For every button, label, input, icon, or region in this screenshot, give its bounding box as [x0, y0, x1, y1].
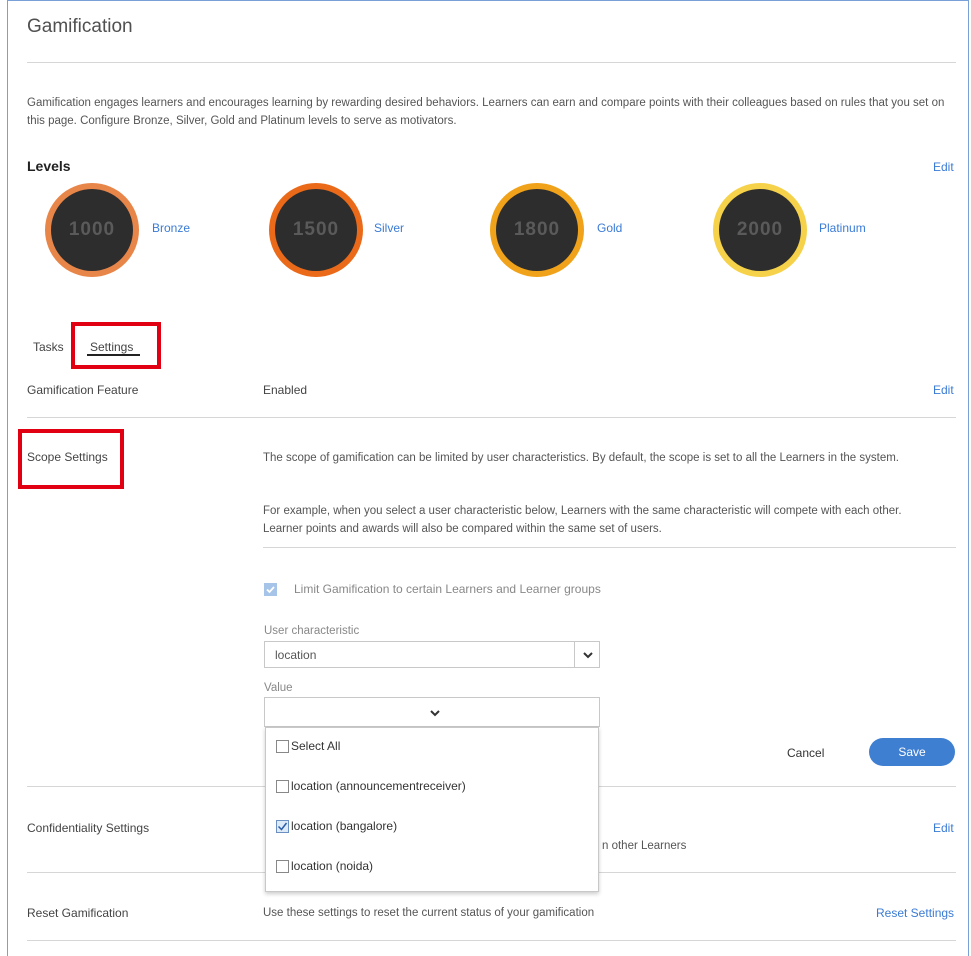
- levels-heading: Levels: [27, 158, 71, 174]
- level-points: 1800: [496, 189, 578, 271]
- check-icon: [277, 822, 288, 831]
- scope-text-2: For example, when you select a user char…: [263, 505, 902, 535]
- option-location-bangalore[interactable]: location (bangalore): [276, 819, 397, 833]
- cancel-button[interactable]: Cancel: [787, 746, 824, 760]
- description-text: Gamification engages learners and encour…: [27, 97, 945, 127]
- level-points: 1500: [275, 189, 357, 271]
- scope-text-1: The scope of gamification can be limited…: [263, 452, 900, 464]
- highlight-box-settings: [71, 322, 161, 369]
- save-button[interactable]: Save: [869, 738, 955, 766]
- select-separator: [574, 642, 575, 667]
- level-name-platinum[interactable]: Platinum: [819, 221, 866, 235]
- chevron-down-icon: [583, 652, 593, 659]
- value-label: Value: [264, 682, 293, 694]
- level-badge-bronze: 1000: [45, 183, 139, 277]
- tab-tasks[interactable]: Tasks: [33, 340, 64, 354]
- value-select[interactable]: [264, 697, 600, 727]
- level-name-gold[interactable]: Gold: [597, 221, 622, 235]
- levels-edit-link[interactable]: Edit: [933, 160, 954, 174]
- characteristic-label: User characteristic: [264, 625, 360, 637]
- level-name-bronze[interactable]: Bronze: [152, 221, 190, 235]
- option-label: location (noida): [291, 859, 374, 873]
- limit-row[interactable]: Limit Gamification to certain Learners a…: [264, 582, 601, 596]
- divider: [27, 940, 956, 941]
- option-checkbox[interactable]: [276, 739, 289, 753]
- page-title: Gamification: [27, 16, 133, 37]
- highlight-box-scope: [18, 429, 124, 489]
- level-badge-platinum: 2000: [713, 183, 807, 277]
- option-checkbox[interactable]: [276, 859, 289, 873]
- option-checkbox[interactable]: [276, 779, 289, 793]
- level-points: 1000: [51, 189, 133, 271]
- reset-text: Use these settings to reset the current …: [263, 907, 595, 919]
- level-points: 2000: [719, 189, 801, 271]
- level-badge-gold: 1800: [490, 183, 584, 277]
- divider: [27, 62, 956, 63]
- level-badge-silver: 1500: [269, 183, 363, 277]
- limit-checkbox[interactable]: [264, 582, 277, 596]
- characteristic-select[interactable]: location: [264, 641, 600, 668]
- feature-value: Enabled: [263, 383, 308, 397]
- feature-label: Gamification Feature: [27, 383, 139, 397]
- option-location-noida[interactable]: location (noida): [276, 859, 373, 873]
- reset-settings-link[interactable]: Reset Settings: [876, 906, 954, 920]
- value-dropdown-list: Select All location (announcementreceive…: [265, 727, 599, 892]
- option-select-all[interactable]: Select All: [276, 739, 340, 753]
- check-icon: [266, 585, 275, 593]
- limit-label: Limit Gamification to certain Learners a…: [294, 582, 601, 596]
- chevron-down-icon: [430, 710, 440, 717]
- feature-edit-link[interactable]: Edit: [933, 383, 954, 397]
- option-label: location (bangalore): [291, 819, 398, 833]
- characteristic-value: location: [275, 648, 317, 662]
- divider: [263, 547, 956, 548]
- reset-label: Reset Gamification: [27, 906, 129, 920]
- option-checkbox[interactable]: [276, 819, 289, 833]
- level-name-silver[interactable]: Silver: [374, 221, 404, 235]
- option-location-announcementreceiver[interactable]: location (announcementreceiver): [276, 779, 466, 793]
- confidentiality-text: n other Learners: [602, 840, 687, 852]
- divider: [27, 417, 956, 418]
- confidentiality-edit-link[interactable]: Edit: [933, 821, 954, 835]
- option-label: location (announcementreceiver): [291, 779, 466, 793]
- option-label: Select All: [291, 739, 341, 753]
- confidentiality-label: Confidentiality Settings: [27, 821, 150, 835]
